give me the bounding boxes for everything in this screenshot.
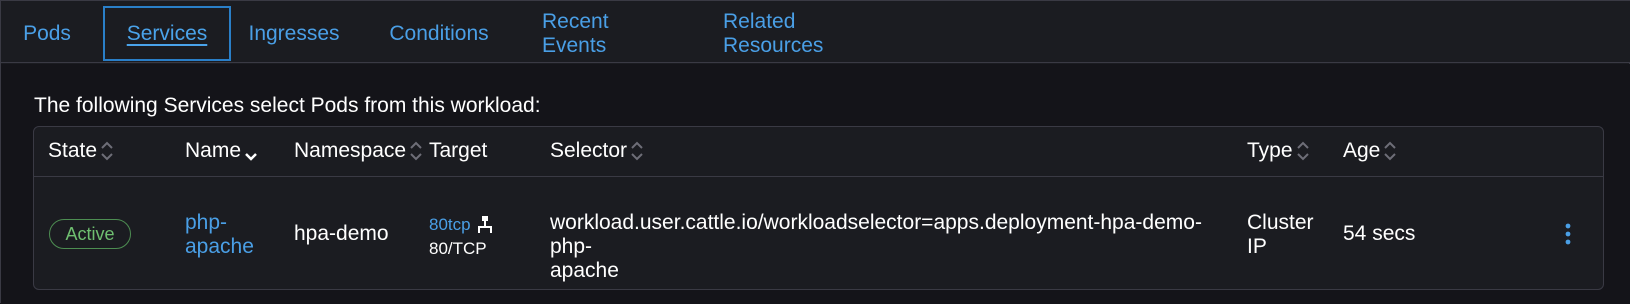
header-target-label: Target [429,139,488,162]
workload-detail-panel: Pods Services Ingresses Conditions Recen… [0,0,1630,304]
tab-ingresses[interactable]: Ingresses [248,6,339,61]
tab-pods[interactable]: Pods [23,6,71,61]
header-age-label: Age [1343,139,1381,162]
sort-icon [1296,140,1310,162]
kebab-menu-icon [1558,223,1578,253]
type-line2: IP [1247,235,1267,258]
type-value: Cluster IP [1247,211,1314,259]
header-selector-label: Selector [550,139,628,162]
selector-value: workload.user.cattle.io/workloadselector… [550,211,1240,283]
sort-icon [630,140,644,162]
tab-related-resources[interactable]: Related Resources [723,6,889,61]
header-selector[interactable]: Selector [550,139,644,163]
header-age[interactable]: Age [1343,139,1397,163]
header-type-label: Type [1247,139,1293,162]
header-type[interactable]: Type [1247,139,1310,163]
header-name[interactable]: Name [185,139,258,163]
sort-descending-icon [244,140,258,162]
selector-line1: workload.user.cattle.io/workloadselector… [550,211,1202,258]
target-port-link[interactable]: 80tcp [429,213,471,237]
tab-recent-events[interactable]: Recent Events [542,6,670,61]
service-name-line1: php- [185,211,228,234]
sort-icon [1383,140,1397,162]
tab-bar: Pods Services Ingresses Conditions Recen… [1,1,1630,63]
services-content: The following Services select Pods from … [1,64,1630,304]
header-namespace-label: Namespace [294,139,407,162]
target-cell: 80tcp 80/TCP [429,213,493,261]
header-target: Target [429,139,487,163]
network-port-icon [477,215,493,235]
service-name-link[interactable]: php- apache [185,211,254,259]
age-value: 54 secs [1343,222,1416,245]
services-intro-text: The following Services select Pods from … [34,94,541,117]
header-namespace[interactable]: Namespace [294,139,423,163]
service-name-line2: apache [185,235,254,258]
table-header: State Name Namespace Target Selector Typ… [34,127,1603,177]
header-state[interactable]: State [48,139,114,163]
namespace-value: hpa-demo [294,222,389,245]
sort-icon [100,140,114,162]
services-table: State Name Namespace Target Selector Typ… [33,126,1604,290]
type-line1: Cluster [1247,211,1314,234]
tab-services[interactable]: Services [103,6,231,61]
header-state-label: State [48,139,98,162]
status-badge: Active [49,219,131,249]
selector-line2: apache [550,259,619,282]
header-name-label: Name [185,139,242,162]
tab-conditions[interactable]: Conditions [389,6,488,61]
target-protocol: 80/TCP [429,239,487,258]
sort-icon [409,140,423,162]
row-actions-button[interactable] [1558,219,1578,249]
